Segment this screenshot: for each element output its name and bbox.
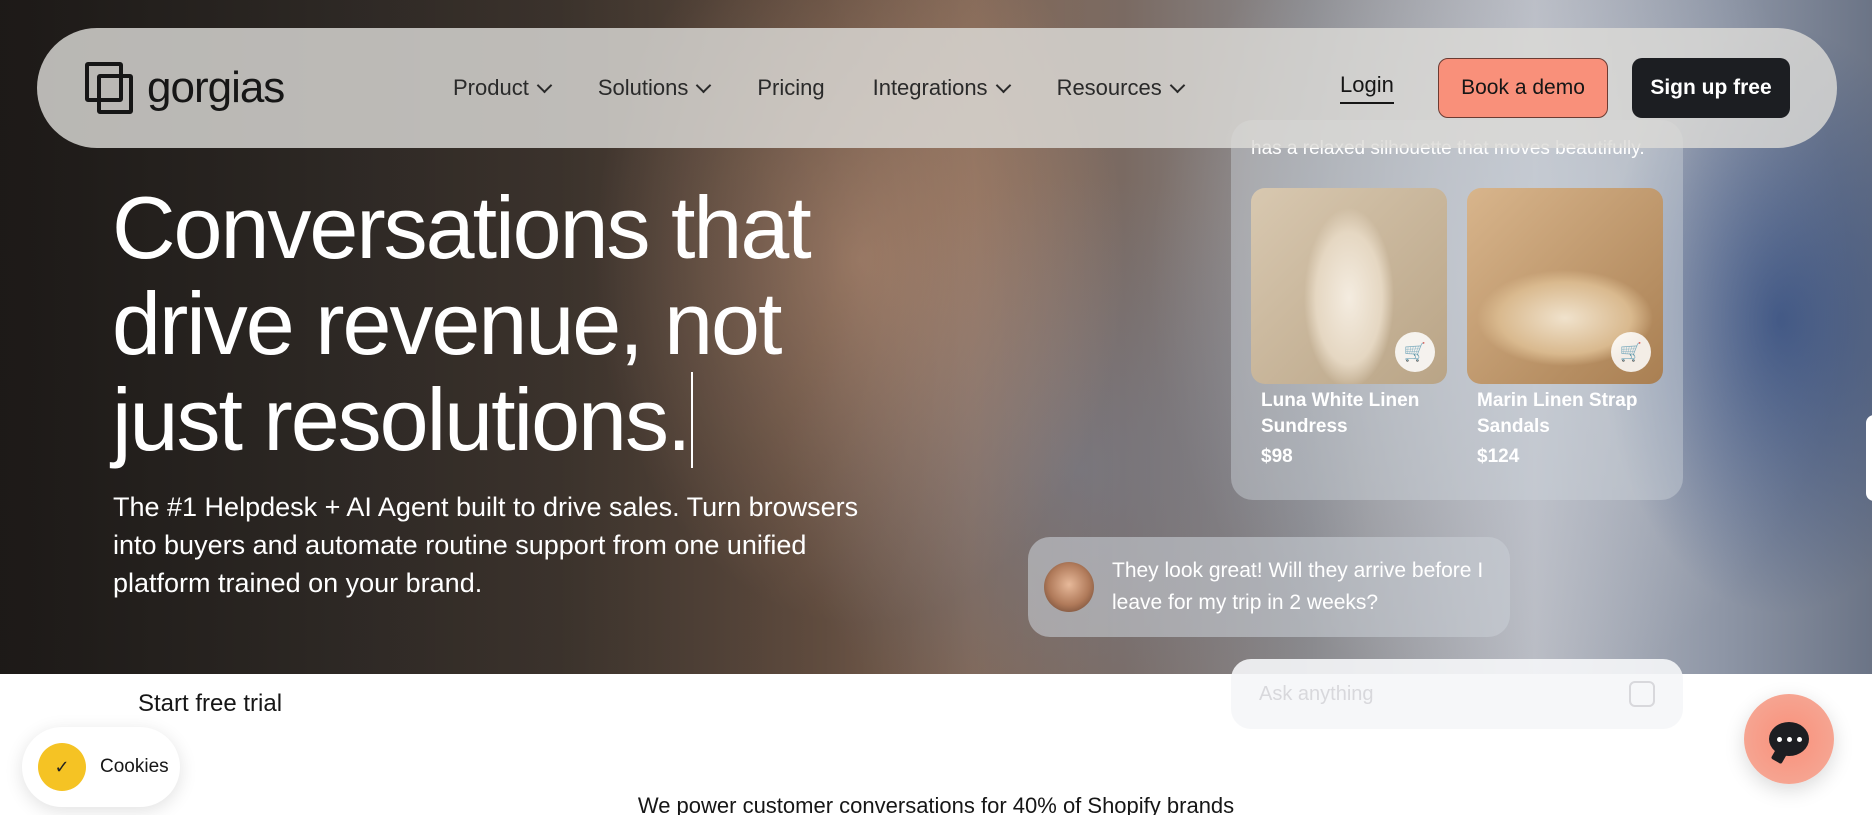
chat-launcher-button[interactable] <box>1744 694 1834 784</box>
product-price: $124 <box>1477 446 1520 467</box>
cookies-badge[interactable]: ✓ Cookies <box>22 727 180 807</box>
text-caret <box>691 372 694 468</box>
nav-item-label: Integrations <box>872 75 988 100</box>
product-image-sandals: 🛒 <box>1467 188 1663 384</box>
start-free-trial-button[interactable]: Start free trial <box>138 690 282 718</box>
cart-plus-icon[interactable]: 🛒 <box>1611 332 1651 372</box>
social-proof-text: We power customer conversations for 40% … <box>637 793 1235 815</box>
chevron-down-icon <box>536 77 553 93</box>
main-nav: Product Solutions Pricing Integrations R… <box>453 28 1185 148</box>
ask-input-container <box>1231 659 1683 729</box>
product-list: 🛒 Luna White Linen Sundress $98 🛒 Marin … <box>1251 188 1663 468</box>
customer-avatar <box>1044 562 1094 612</box>
product-name: Luna White Linen Sundress <box>1261 390 1420 437</box>
gorgias-logo[interactable]: gorgias <box>85 62 285 114</box>
nav-item-pricing[interactable]: Pricing <box>757 75 824 101</box>
nav-item-resources[interactable]: Resources <box>1056 75 1185 101</box>
hero-headline: Conversations that drive revenue, not ju… <box>112 180 872 468</box>
customer-chat-message: They look great! Will they arrive before… <box>1028 537 1510 637</box>
login-link[interactable]: Login <box>1340 72 1394 104</box>
nav-item-label: Product <box>453 75 529 100</box>
logo-text: gorgias <box>147 63 285 112</box>
chat-message-text: They look great! Will they arrive before… <box>1112 559 1484 614</box>
nav-item-product[interactable]: Product <box>453 75 553 101</box>
book-demo-button[interactable]: Book a demo <box>1438 58 1608 118</box>
chat-bubble-icon <box>1769 722 1809 756</box>
nav-item-solutions[interactable]: Solutions <box>597 75 712 101</box>
headline-text: Conversations that drive revenue, not ju… <box>112 178 812 469</box>
chevron-down-icon <box>1169 77 1185 93</box>
logo-icon <box>85 62 133 114</box>
image-upload-icon[interactable] <box>1629 681 1655 707</box>
ask-anything-input[interactable] <box>1259 682 1619 706</box>
side-edge-tab[interactable] <box>1866 415 1872 501</box>
product-image-dress: 🛒 <box>1251 188 1447 384</box>
product-price: $98 <box>1261 446 1293 467</box>
chevron-down-icon <box>696 77 712 93</box>
nav-item-label: Resources <box>1056 75 1162 100</box>
hero-subhead: The #1 Helpdesk + AI Agent built to driv… <box>113 492 859 598</box>
chevron-down-icon <box>995 77 1011 93</box>
nav-item-label: Solutions <box>597 75 689 100</box>
navbar: gorgias Product Solutions Pricing Integr… <box>37 28 1837 148</box>
product-card[interactable]: 🛒 Marin Linen Strap Sandals $124 <box>1467 188 1663 468</box>
nav-item-integrations[interactable]: Integrations <box>872 75 1011 101</box>
product-card[interactable]: 🛒 Luna White Linen Sundress $98 <box>1251 188 1447 468</box>
sign-up-button[interactable]: Sign up free <box>1632 58 1790 118</box>
cart-plus-icon[interactable]: 🛒 <box>1395 332 1435 372</box>
cookies-label: Cookies <box>100 756 169 777</box>
cookie-check-icon: ✓ <box>38 743 86 791</box>
nav-item-label: Pricing <box>757 75 825 100</box>
product-name: Marin Linen Strap Sandals <box>1477 390 1638 437</box>
